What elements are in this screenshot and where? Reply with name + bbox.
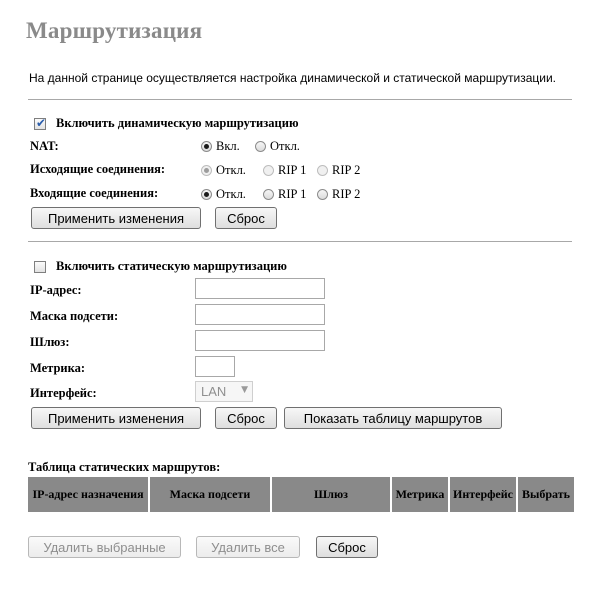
checkmark-icon: ✔	[36, 115, 47, 130]
outgoing-rip1-radio[interactable]	[263, 165, 274, 176]
page-description: На данной странице осуществляется настро…	[29, 71, 557, 85]
interface-label: Интерфейс:	[30, 386, 97, 400]
incoming-rip1-radio[interactable]	[263, 189, 274, 200]
dynamic-routing-checkbox[interactable]: ✔	[34, 115, 47, 130]
outgoing-rip2-label: RIP 2	[332, 163, 361, 177]
static-routing-checkbox[interactable]	[34, 260, 46, 273]
incoming-off-label: Откл.	[216, 187, 246, 201]
interface-select-value: LAN	[201, 384, 227, 399]
ip-address-input[interactable]	[195, 278, 325, 299]
nat-on-label: Вкл.	[216, 139, 240, 153]
route-table-header: IP-адрес назначения Маска подсети Шлюз М…	[28, 477, 574, 512]
nat-label: NAT:	[30, 139, 59, 153]
static-reset-button[interactable]: Сброс	[215, 407, 277, 429]
interface-select[interactable]: LAN ▼	[195, 381, 253, 402]
static-apply-button[interactable]: Применить изменения	[31, 407, 201, 429]
gateway-input[interactable]	[195, 330, 325, 351]
subnet-mask-label: Маска подсети:	[30, 309, 119, 323]
nat-off-label: Откл.	[270, 139, 300, 153]
incoming-rip2-radio[interactable]	[317, 189, 328, 200]
divider	[28, 241, 572, 242]
nat-on-radio[interactable]	[201, 141, 212, 152]
table-reset-button[interactable]: Сброс	[316, 536, 378, 558]
static-routing-label: Включить статическую маршрутизацию	[56, 259, 287, 273]
metric-input[interactable]	[195, 356, 235, 377]
outgoing-rip2-option[interactable]: RIP 2	[317, 163, 360, 178]
dynamic-reset-button[interactable]: Сброс	[215, 207, 277, 229]
gateway-label: Шлюз:	[30, 335, 70, 349]
incoming-label: Входящие соединения:	[30, 186, 159, 200]
chevron-down-icon: ▼	[241, 385, 248, 395]
outgoing-rip2-radio[interactable]	[317, 165, 328, 176]
column-header-mask: Маска подсети	[150, 477, 272, 512]
outgoing-off-option[interactable]: Откл.	[201, 163, 246, 178]
nat-on-option[interactable]: Вкл.	[201, 139, 240, 154]
column-header-metric: Метрика	[392, 477, 450, 512]
incoming-rip2-label: RIP 2	[332, 187, 361, 201]
delete-all-button[interactable]: Удалить все	[196, 536, 300, 558]
incoming-rip1-label: RIP 1	[278, 187, 307, 201]
outgoing-label: Исходящие соединения:	[30, 162, 166, 176]
incoming-off-radio[interactable]	[201, 189, 212, 200]
divider	[28, 99, 572, 100]
page-title: Маршрутизация	[26, 18, 203, 43]
show-route-table-button[interactable]: Показать таблицу маршрутов	[284, 407, 502, 429]
dynamic-apply-button[interactable]: Применить изменения	[31, 207, 201, 229]
outgoing-rip1-option[interactable]: RIP 1	[263, 163, 306, 178]
incoming-rip1-option[interactable]: RIP 1	[263, 187, 306, 202]
dynamic-routing-label: Включить динамическую маршрутизацию	[56, 116, 299, 130]
subnet-mask-input[interactable]	[195, 304, 325, 325]
nat-off-option[interactable]: Откл.	[255, 139, 300, 154]
column-header-gateway: Шлюз	[272, 477, 392, 512]
outgoing-off-radio[interactable]	[201, 165, 212, 176]
column-header-select: Выбрать	[518, 477, 574, 512]
column-header-destination: IP-адрес назначения	[28, 477, 150, 512]
route-table-title: Таблица статических маршрутов:	[28, 460, 221, 474]
dynamic-routing-toggle[interactable]: ✔ Включить динамическую маршрутизацию	[34, 116, 299, 131]
nat-off-radio[interactable]	[255, 141, 266, 152]
column-header-interface: Интерфейс	[450, 477, 518, 512]
incoming-off-option[interactable]: Откл.	[201, 187, 246, 202]
outgoing-rip1-label: RIP 1	[278, 163, 307, 177]
incoming-rip2-option[interactable]: RIP 2	[317, 187, 360, 202]
ip-address-label: IP-адрес:	[30, 283, 82, 297]
delete-selected-button[interactable]: Удалить выбранные	[28, 536, 181, 558]
metric-label: Метрика:	[30, 361, 86, 375]
static-routing-toggle[interactable]: Включить статическую маршрутизацию	[34, 259, 287, 274]
outgoing-off-label: Откл.	[216, 163, 246, 177]
